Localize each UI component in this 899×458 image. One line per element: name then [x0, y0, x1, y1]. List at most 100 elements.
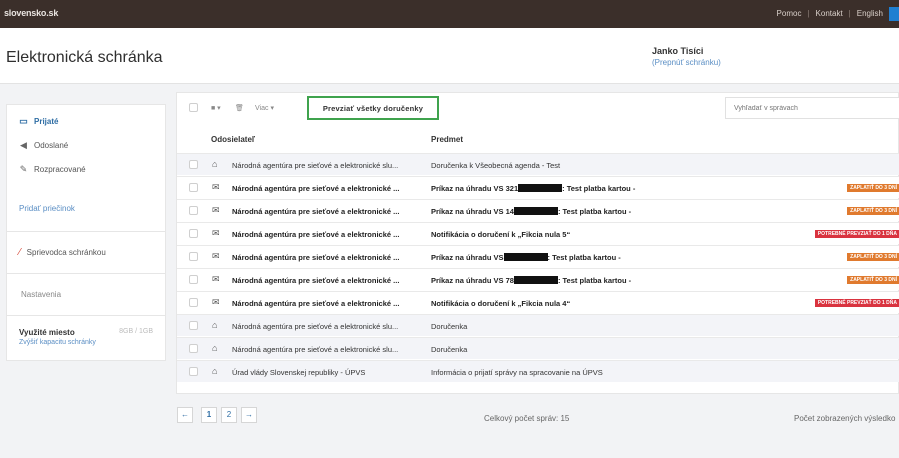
row-checkbox[interactable] [189, 183, 198, 192]
table-row[interactable]: ✉ Národná agentúra pre sieťové a elektron… [177, 199, 899, 221]
row-checkbox[interactable] [189, 298, 198, 307]
subject-tail: : Test platba kartou - [562, 184, 636, 193]
open-envelope-icon: ⌂ [212, 343, 218, 353]
table-row[interactable]: ⌂ Národná agentúra pre sieťové a elektron… [177, 337, 899, 359]
user-name: Janko Tisíci [652, 46, 704, 56]
row-checkbox[interactable] [189, 321, 198, 330]
subject-text: Doručenka k Všeobecná agenda - Test [431, 161, 561, 170]
column-sender[interactable]: Odosielateľ [211, 135, 255, 144]
table-row[interactable]: ✉ Národná agentúra pre sieťové a elektron… [177, 222, 899, 244]
row-sender: Národná agentúra pre sieťové a elektroni… [232, 253, 400, 262]
subject-text: Doručenka [431, 345, 468, 354]
row-subject: Príkaz na úhradu VS : Test platba kartou … [431, 253, 731, 262]
table-row[interactable]: ⌂ Úrad vlády Slovenskej republiky - ÚPVS I… [177, 360, 899, 382]
row-sender: Národná agentúra pre sieťové a elektroni… [232, 184, 400, 193]
redacted-block [513, 276, 558, 284]
next-page-button[interactable]: → [241, 407, 257, 423]
row-sender: Národná agentúra pre sieťové a elektroni… [232, 299, 400, 308]
subject-text: Doručenka [431, 322, 468, 331]
sidebar-item-label: Prijaté [34, 116, 59, 126]
row-checkbox[interactable] [189, 275, 198, 284]
row-subject: Doručenka [431, 322, 731, 331]
row-sender: Národná agentúra pre sieťové a elektroni… [232, 276, 400, 285]
folder-move-button[interactable]: ■ ▾ [211, 104, 221, 112]
row-subject: Príkaz na úhradu VS 14: Test platba kart… [431, 207, 731, 216]
storage-value: 8GB / 1GB [119, 328, 153, 335]
prev-page-button[interactable]: ← [177, 407, 193, 423]
subject-text: Príkaz na úhradu VS 321 [431, 184, 519, 193]
top-links: Pomoc | Kontakt | English [777, 9, 883, 18]
subject-tail: : Test platba kartou - [547, 253, 621, 262]
sidebar-item-sent[interactable]: ◀ Odoslané [7, 133, 165, 157]
wand-icon: ⁄ [19, 247, 21, 258]
redacted-block [518, 184, 563, 192]
results-shown: Počet zobrazených výsledko [794, 414, 896, 423]
top-bar: slovensko.sk Pomoc | Kontakt | English [0, 0, 899, 28]
subject-text: Príkaz na úhradu VS [431, 253, 504, 262]
column-subject[interactable]: Predmet [431, 135, 463, 144]
increase-capacity-link[interactable]: Zvýšiť kapacitu schránky [19, 339, 153, 346]
table-row[interactable]: ⌂ Národná agentúra pre sieťové a elektron… [177, 153, 899, 175]
row-checkbox[interactable] [189, 344, 198, 353]
table-row[interactable]: ✉ Národná agentúra pre sieťové a elektron… [177, 245, 899, 267]
storage-label: Využité miesto [19, 328, 75, 337]
sidebar-item-drafts[interactable]: ✎ Rozpracované [7, 157, 165, 181]
envelope-icon: ✉ [212, 251, 220, 261]
separator: | [848, 9, 851, 18]
table-row[interactable]: ✉ Národná agentúra pre sieťové a elektron… [177, 176, 899, 198]
row-checkbox[interactable] [189, 367, 198, 376]
status-badge: ZAPLATIŤ DO 3 DNÍ [847, 184, 899, 192]
site-logo[interactable]: slovensko.sk [4, 8, 58, 18]
page-title: Elektronická schránka [6, 49, 163, 66]
row-checkbox[interactable] [189, 229, 198, 238]
subject-tail: : Test platba kartou - [557, 276, 632, 285]
redacted-block [513, 207, 558, 215]
envelope-icon: ✉ [212, 274, 220, 284]
row-subject: Notifikácia o doručení k „Fikcia nula 5“ [431, 230, 731, 239]
open-envelope-icon: ⌂ [212, 320, 218, 330]
page-header: Elektronická schránka Janko Tisíci (Prep… [0, 28, 899, 84]
accept-all-receipts-button[interactable]: Prevziať všetky doručenky [307, 96, 439, 120]
settings-link[interactable]: Nastavenia [7, 273, 165, 315]
inbox-icon: ▭ [19, 115, 28, 126]
row-sender: Národná agentúra pre sieťové a elektroni… [232, 345, 399, 354]
mailbox-guide-link[interactable]: ⁄ Sprievodca schránkou [7, 231, 165, 273]
user-info: Janko Tisíci (Prepnúť schránku) [652, 46, 721, 67]
row-checkbox[interactable] [189, 252, 198, 261]
table-row[interactable]: ⌂ Národná agentúra pre sieťové a elektron… [177, 314, 899, 336]
subject-text: Príkaz na úhradu VS 78 [431, 276, 514, 285]
envelope-icon: ✉ [212, 297, 220, 307]
contact-link[interactable]: Kontakt [816, 9, 843, 18]
send-icon: ◀ [20, 139, 27, 150]
trash-icon: 🗑 [235, 105, 244, 112]
language-flag-icon[interactable] [889, 7, 899, 21]
page-1-button[interactable]: 1 [201, 407, 217, 423]
separator: | [807, 9, 810, 18]
search-input[interactable] [725, 97, 899, 119]
english-link[interactable]: English [857, 9, 883, 18]
table-row[interactable]: ✉ Národná agentúra pre sieťové a elektron… [177, 268, 899, 290]
sidebar-item-inbox[interactable]: ▭ Prijaté [7, 109, 165, 133]
subject-text: Príkaz na úhradu VS 14 [431, 207, 514, 216]
more-dropdown[interactable]: Viac ▾ [255, 104, 274, 112]
open-envelope-icon: ⌂ [212, 159, 218, 169]
subject-text: Notifikácia o doručení k „Fikcia nula 5“ [431, 230, 571, 239]
row-subject: Doručenka [431, 345, 731, 354]
help-link[interactable]: Pomoc [777, 9, 802, 18]
delete-button[interactable]: 🗑 [235, 104, 244, 112]
select-all-checkbox[interactable] [189, 103, 198, 112]
page-2-button[interactable]: 2 [221, 407, 237, 423]
add-folder-link[interactable]: Pridať priečinok [7, 185, 165, 231]
toolbar: ■ ▾ 🗑 Viac ▾ Prevziať všetky doručenky [177, 93, 899, 123]
envelope-icon: ✉ [212, 228, 220, 238]
row-checkbox[interactable] [189, 160, 198, 169]
status-badge: ZAPLATIŤ DO 3 DNÍ [847, 276, 899, 284]
status-badge: ZAPLATIŤ DO 3 DNÍ [847, 253, 899, 261]
row-checkbox[interactable] [189, 206, 198, 215]
total-messages: Celkový počet správ: 15 [484, 414, 570, 423]
row-subject: Doručenka k Všeobecná agenda - Test [431, 161, 731, 170]
table-row[interactable]: ✉ Národná agentúra pre sieťové a elektron… [177, 291, 899, 313]
status-badge: POTREBNÉ PREVZIAŤ DO 1 DŇA [814, 230, 899, 238]
row-sender: Národná agentúra pre sieťové a elektroni… [232, 207, 400, 216]
switch-mailbox-link[interactable]: (Prepnúť schránku) [652, 58, 721, 67]
